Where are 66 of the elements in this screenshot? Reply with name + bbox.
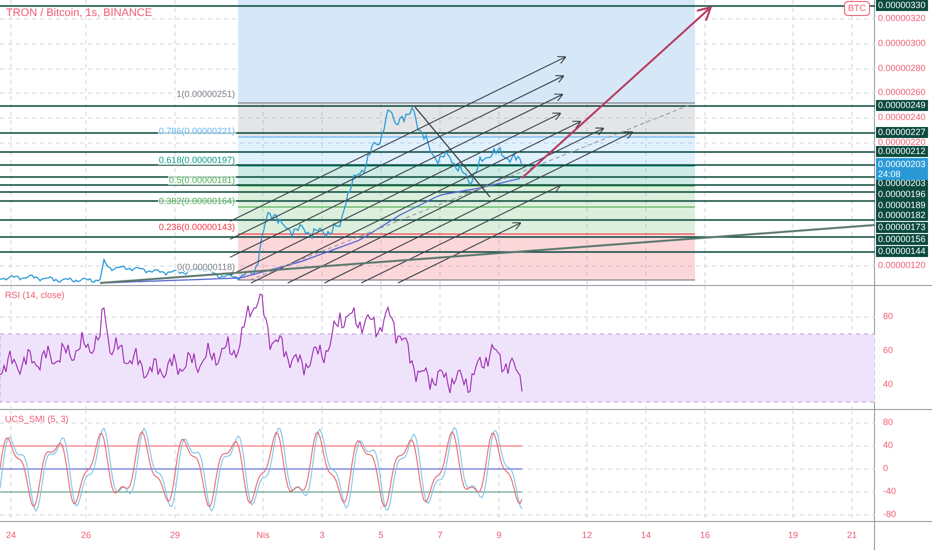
- price-line-label: 0.00000227: [876, 127, 928, 138]
- time-tick-label: 21: [847, 531, 857, 540]
- trend-arrow[interactable]: [521, 6, 712, 179]
- dashed-line[interactable]: [250, 104, 692, 280]
- horizontal-line[interactable]: [0, 5, 875, 7]
- symbol-title: TRON / Bitcoin, 1s, BINANCE: [6, 8, 152, 19]
- fib-level-label: 0.618(0.00000197): [158, 156, 236, 165]
- price-line-label: 0.00000173: [876, 222, 928, 233]
- time-tick-label: 29: [170, 531, 180, 540]
- fib-level-label: 0.786(0.00000221): [158, 127, 236, 136]
- smi-tick-label: -40: [883, 487, 896, 496]
- horizontal-line[interactable]: [0, 132, 875, 134]
- trend-line[interactable]: [100, 224, 875, 284]
- countdown-timer: 24:08: [878, 169, 902, 179]
- rsi-tick-label: 80: [883, 312, 894, 321]
- time-tick-label: 16: [700, 531, 710, 540]
- time-tick-label: 24: [6, 531, 16, 540]
- price-line-label: 0.00000156: [876, 234, 928, 245]
- price-line-label: 0.00000196: [876, 189, 928, 200]
- price-line-label: 0.00000249: [876, 100, 928, 111]
- price-line-label: 0.00000212: [876, 146, 928, 157]
- time-tick-label: 12: [582, 531, 592, 540]
- price-tick-label: 0.00000280: [878, 64, 926, 73]
- time-tick-label: 7: [438, 531, 442, 540]
- price-line-label: 0.00000330: [876, 0, 928, 11]
- fib-level-label: 0.5(0.00000181): [168, 176, 236, 185]
- price-tick-label: 0.00000260: [878, 88, 926, 97]
- fib-level-label: 0(0.00000118): [176, 263, 236, 272]
- horizontal-line[interactable]: [0, 151, 875, 153]
- price-tick-label: 0.00000240: [878, 113, 926, 122]
- price-line-label: 0.00000182: [876, 210, 928, 221]
- indicator-title: UCS_SMI (5, 3): [5, 415, 69, 424]
- indicator-title: RSI (14, close): [5, 291, 65, 300]
- horizontal-line[interactable]: [0, 184, 875, 186]
- currency-badge: BTC: [844, 1, 870, 16]
- price-tick-label: 0.00000300: [878, 39, 926, 48]
- horizontal-line[interactable]: [0, 200, 875, 202]
- time-tick-label: Nis: [256, 531, 270, 540]
- smi-tick-label: -80: [883, 510, 896, 519]
- time-tick-label: 5: [378, 531, 384, 540]
- horizontal-line[interactable]: [0, 176, 875, 178]
- price-tick-label: 0.00000220: [878, 138, 926, 147]
- current-price: 0.00000203: [878, 159, 926, 169]
- horizontal-line[interactable]: [0, 105, 875, 107]
- time-tick-label: 9: [496, 531, 502, 540]
- horizontal-line[interactable]: [0, 191, 875, 193]
- price-line-label: 0.00000189: [876, 200, 928, 211]
- smi-tick-label: 80: [883, 418, 894, 427]
- fib-level-label: 1(0.00000251): [175, 90, 236, 99]
- horizontal-line[interactable]: [0, 219, 875, 221]
- time-tick-label: 3: [320, 531, 324, 540]
- price-tick-label: 0.00000320: [878, 14, 926, 23]
- horizontal-line[interactable]: [0, 236, 875, 238]
- horizontal-line[interactable]: [0, 164, 875, 166]
- smi-tick-label: 0: [883, 464, 888, 473]
- price-line-label: 0.00000144: [876, 246, 928, 257]
- fib-level-label: 0.236(0.00000143): [158, 223, 236, 232]
- fib-level-label: 0.382(0.00000164): [158, 197, 236, 206]
- rsi-tick-label: 60: [883, 346, 894, 355]
- time-tick-label: 14: [641, 531, 651, 540]
- price-tick-label: 0.00000120: [878, 261, 926, 270]
- rsi-tick-label: 40: [883, 380, 894, 389]
- time-tick-label: 19: [788, 531, 798, 540]
- horizontal-line[interactable]: [0, 251, 875, 253]
- smi-tick-label: 40: [883, 441, 894, 450]
- time-tick-label: 26: [81, 531, 91, 540]
